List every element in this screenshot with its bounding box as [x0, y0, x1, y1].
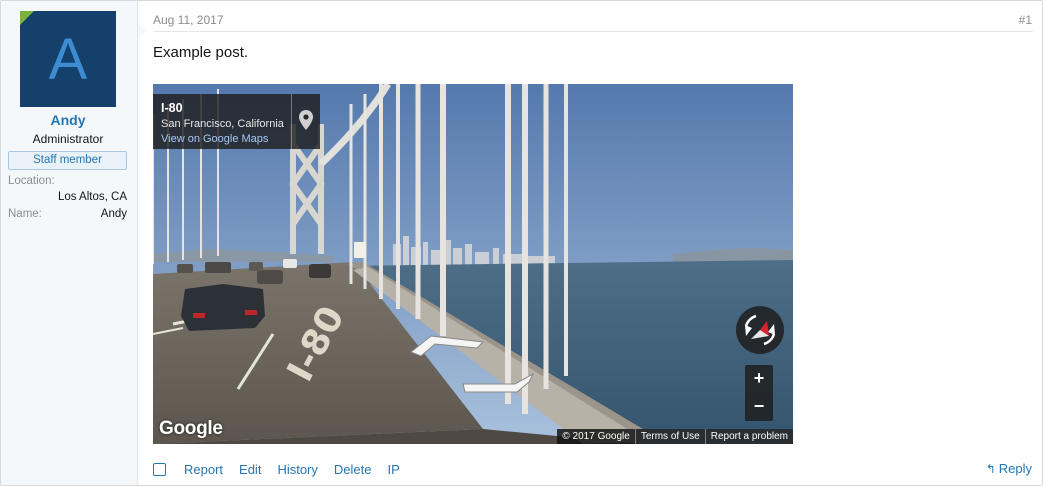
post-date[interactable]: Aug 11, 2017: [153, 13, 224, 27]
place-card-divider: [291, 94, 292, 149]
compass-icon[interactable]: [736, 306, 784, 354]
place-subtitle: San Francisco, California: [161, 118, 284, 130]
delete-link[interactable]: Delete: [334, 462, 372, 477]
report-link[interactable]: Report: [184, 462, 223, 477]
post-number[interactable]: #1: [1019, 13, 1032, 27]
ip-link[interactable]: IP: [387, 462, 399, 477]
staff-banner: Staff member: [8, 151, 127, 170]
report-problem-link[interactable]: Report a problem: [704, 429, 793, 444]
street-view-embed[interactable]: I-80 I-80 San Francisco, California View…: [153, 84, 793, 444]
history-link[interactable]: History: [277, 462, 317, 477]
copyright-text: © 2017 Google: [562, 431, 630, 442]
name-value: Andy: [100, 208, 127, 220]
zoom-control: + −: [745, 365, 773, 421]
header-divider: [153, 31, 1033, 32]
avatar[interactable]: A: [20, 11, 116, 107]
post-actions: Report Edit History Delete IP: [153, 460, 416, 478]
avatar-letter: A: [48, 27, 88, 92]
location-label: Location:: [8, 175, 55, 187]
terms-of-use-link[interactable]: Terms of Use: [634, 429, 705, 444]
map-attribution: © 2017 Google Terms of Use Report a prob…: [557, 429, 793, 444]
zoom-out-button[interactable]: −: [745, 393, 773, 421]
place-card: I-80 San Francisco, California View on G…: [153, 94, 320, 149]
google-logo[interactable]: Google: [159, 418, 223, 440]
user-title: Administrator: [32, 132, 104, 146]
zoom-in-button[interactable]: +: [745, 365, 773, 393]
user-field-location: Location:: [8, 175, 127, 187]
post-body: Example post.: [153, 44, 249, 61]
username-link[interactable]: Andy: [1, 112, 135, 128]
view-on-google-maps-link[interactable]: View on Google Maps: [161, 133, 268, 145]
reply-label: Reply: [998, 461, 1032, 476]
reply-icon: ↰: [985, 462, 996, 476]
user-arrow: [138, 23, 146, 39]
place-title: I-80: [161, 101, 183, 115]
name-label: Name:: [8, 208, 42, 220]
user-sidebar: A Andy Administrator Staff member Locati…: [1, 1, 138, 485]
location-value: Los Altos, CA: [57, 191, 127, 203]
select-checkbox[interactable]: [153, 462, 166, 476]
edit-link[interactable]: Edit: [239, 462, 261, 477]
message-post: A Andy Administrator Staff member Locati…: [0, 0, 1043, 486]
user-field-name: Name: Andy: [8, 208, 127, 220]
reply-button[interactable]: ↰ Reply: [986, 461, 1032, 476]
